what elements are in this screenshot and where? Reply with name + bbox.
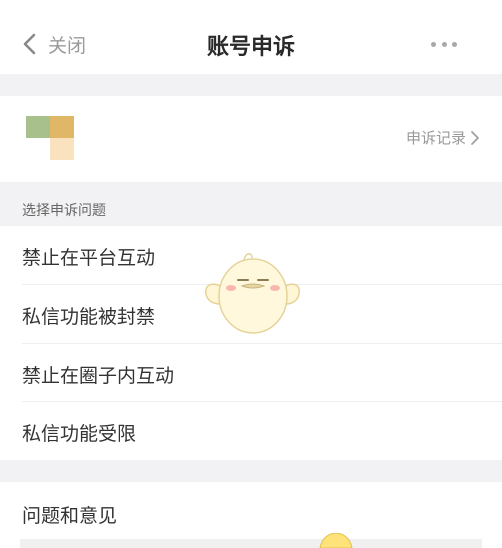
separator-middle [0, 182, 502, 190]
appeal-record-link[interactable]: 申诉记录 [406, 127, 480, 148]
issue-item-dm-limited[interactable]: 私信功能受限 [0, 402, 502, 460]
issue-label: 私信功能被封禁 [22, 306, 156, 328]
chevron-right-icon [471, 130, 479, 145]
section-header: 选择申诉问题 [0, 190, 502, 226]
more-dots-icon [431, 41, 436, 47]
separator-bottom [0, 460, 502, 482]
bottom-bar [20, 539, 482, 548]
page-title: 账号申诉 [206, 35, 295, 60]
issue-label: 私信功能受限 [22, 423, 137, 445]
account-row: 申诉记录 [0, 96, 502, 182]
appeal-record-label: 申诉记录 [405, 129, 466, 147]
avatar [26, 116, 74, 160]
separator-top [0, 74, 502, 96]
issue-label: 禁止在平台互动 [22, 247, 156, 269]
more-options-button[interactable] [431, 40, 457, 48]
mascot-sticker [205, 253, 300, 334]
issue-label: 禁止在圈子内互动 [22, 365, 175, 387]
section-header-label: 选择申诉问题 [22, 203, 106, 219]
mascot-peek-sticker [319, 533, 353, 548]
feedback-label: 问题和意见 [22, 505, 118, 527]
feedback-item[interactable]: 问题和意见 [0, 484, 502, 542]
navigation-bar: 关闭 账号申诉 [0, 0, 502, 74]
issue-item-circle-interaction[interactable]: 禁止在圈子内互动 [0, 344, 502, 402]
